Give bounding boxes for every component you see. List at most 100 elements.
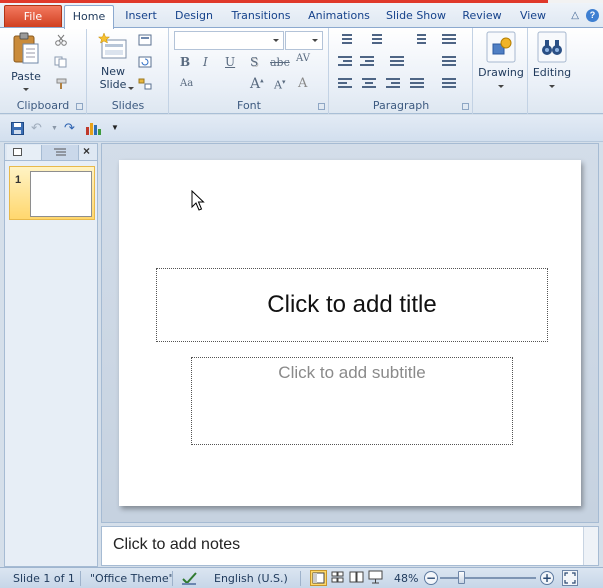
tab-home[interactable]: Home	[64, 5, 114, 29]
group-drawing: Drawing	[474, 28, 528, 114]
font-name-dropdown-arrow[interactable]	[273, 39, 279, 42]
smartart-icon[interactable]	[442, 78, 456, 90]
text-direction-icon[interactable]	[390, 56, 404, 68]
character-spacing-icon[interactable]: AV	[296, 53, 310, 64]
cut-icon[interactable]	[54, 34, 68, 46]
tab-animations[interactable]: Animations	[302, 5, 376, 28]
drawing-button[interactable]: Drawing	[476, 31, 526, 88]
shrink-font-icon[interactable]: A▾	[274, 78, 285, 92]
status-separator	[172, 571, 173, 586]
fit-to-window-icon[interactable]	[562, 570, 578, 586]
tab-review[interactable]: Review	[456, 5, 508, 28]
zoom-level[interactable]: 48%	[394, 572, 418, 585]
reading-view-button[interactable]	[349, 570, 366, 586]
paragraph-launcher-icon[interactable]	[462, 103, 469, 110]
normal-view-button[interactable]	[310, 570, 327, 586]
slides-thumbnail-icon	[13, 148, 22, 156]
ribbon-tab-bar: File Home Insert Design Transitions Anim…	[0, 3, 603, 29]
tab-view[interactable]: View	[512, 5, 554, 28]
zoom-out-button[interactable]: −	[424, 571, 438, 585]
paste-label: Paste	[11, 70, 41, 83]
slide-sorter-view-button[interactable]	[330, 570, 347, 586]
decrease-indent-icon[interactable]	[338, 56, 352, 68]
zoom-slider-thumb[interactable]	[458, 571, 465, 584]
font-color-icon[interactable]: A	[298, 76, 307, 91]
zoom-slider-track[interactable]	[440, 577, 536, 579]
reset-icon[interactable]	[138, 56, 152, 68]
clipboard-launcher-icon[interactable]	[76, 103, 83, 110]
new-slide-button[interactable]: New Slide	[92, 32, 134, 91]
help-icon[interactable]: ?	[586, 9, 599, 22]
notes-placeholder[interactable]: Click to add notes	[113, 536, 240, 554]
drawing-dropdown-arrow	[498, 85, 504, 88]
paste-dropdown-arrow	[23, 88, 29, 91]
paste-button[interactable]: Paste	[6, 32, 46, 91]
columns-icon[interactable]	[442, 34, 456, 46]
font-size-dropdown-arrow[interactable]	[312, 39, 318, 42]
slides-panel-tabs: ×	[5, 144, 97, 161]
tab-outline[interactable]	[41, 145, 79, 160]
undo-dropdown-icon[interactable]: ▼	[51, 125, 58, 132]
shadow-icon[interactable]: S	[250, 55, 258, 69]
group-label-paragraph: Paragraph	[372, 99, 430, 112]
subtitle-placeholder[interactable]: Click to add subtitle	[191, 357, 513, 445]
editing-dropdown-arrow	[549, 85, 555, 88]
slides-panel: × 1	[4, 143, 98, 567]
chart-icon[interactable]	[85, 121, 102, 136]
bullets-icon[interactable]	[338, 34, 352, 46]
format-painter-icon[interactable]	[54, 78, 68, 90]
font-size-box[interactable]	[285, 31, 323, 50]
font-name-box[interactable]	[174, 31, 284, 50]
close-panel-icon[interactable]: ×	[83, 144, 90, 158]
minimize-ribbon-icon[interactable]: △	[571, 10, 579, 21]
tab-insert[interactable]: Insert	[118, 5, 164, 28]
group-label-slides: Slides	[111, 99, 145, 112]
slide-canvas[interactable]: Click to add title Click to add subtitle	[119, 160, 581, 506]
increase-indent-icon[interactable]	[360, 56, 374, 68]
notes-scrollbar[interactable]	[583, 527, 598, 565]
spelling-check-icon[interactable]	[181, 571, 198, 586]
tab-slides-thumbnails[interactable]	[7, 145, 41, 160]
tab-file[interactable]: File	[4, 5, 62, 28]
tab-slide-show[interactable]: Slide Show	[380, 5, 452, 28]
grow-font-icon[interactable]: A▴	[250, 76, 264, 92]
find-binoculars-icon	[537, 31, 567, 63]
redo-icon[interactable]: ↷	[64, 120, 75, 136]
customize-qat-icon[interactable]: ▼	[111, 123, 119, 132]
editing-button[interactable]: Editing	[529, 31, 575, 88]
italic-icon[interactable]: I	[203, 55, 208, 69]
change-case-icon[interactable]: Aa	[180, 78, 193, 89]
drawing-label: Drawing	[478, 66, 524, 79]
align-right-icon[interactable]	[386, 78, 400, 90]
undo-icon[interactable]: ↶	[31, 120, 42, 136]
strikethrough-icon[interactable]: abc	[270, 56, 290, 69]
layout-icon[interactable]	[138, 34, 152, 46]
normal-view-icon	[312, 572, 325, 584]
align-text-icon[interactable]	[442, 56, 456, 68]
tab-transitions[interactable]: Transitions	[224, 5, 298, 28]
title-placeholder[interactable]: Click to add title	[156, 268, 548, 342]
center-icon[interactable]	[362, 78, 376, 90]
font-launcher-icon[interactable]	[318, 103, 325, 110]
align-left-icon[interactable]	[338, 78, 352, 90]
numbering-icon[interactable]	[368, 34, 382, 46]
language-status[interactable]: English (U.S.)	[214, 572, 288, 585]
group-paragraph: Paragraph	[330, 28, 473, 114]
group-label-clipboard: Clipboard	[16, 99, 70, 112]
tab-design[interactable]: Design	[168, 5, 220, 28]
slide-editing-pane: Click to add title Click to add subtitle	[101, 143, 599, 523]
zoom-in-button[interactable]: +	[540, 571, 554, 585]
slide-thumbnail-1[interactable]: 1	[9, 166, 95, 220]
underline-icon[interactable]: U	[225, 55, 235, 69]
notes-pane[interactable]: Click to add notes	[101, 526, 599, 566]
theme-status[interactable]: "Office Theme"	[90, 572, 174, 585]
save-icon[interactable]	[11, 122, 24, 135]
section-icon[interactable]	[138, 78, 152, 90]
slide-show-view-button[interactable]	[368, 570, 385, 586]
justify-icon[interactable]	[410, 78, 424, 90]
bold-icon[interactable]: B	[180, 55, 190, 69]
copy-icon[interactable]	[54, 56, 68, 68]
line-spacing-icon[interactable]	[412, 34, 426, 46]
group-label-font: Font	[237, 99, 261, 112]
status-separator	[80, 571, 81, 586]
